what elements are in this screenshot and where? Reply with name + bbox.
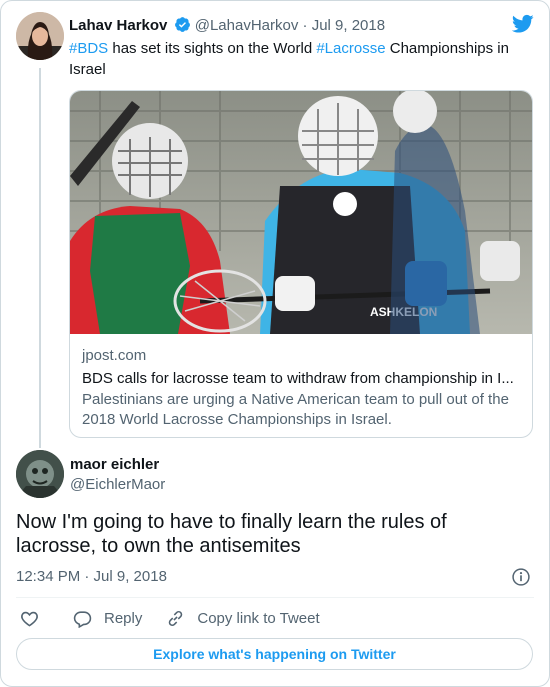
copy-link-label: Copy link to Tweet	[197, 609, 320, 627]
main-avatar[interactable]	[16, 450, 64, 498]
tweet-actions: Reply Copy link to Tweet	[16, 607, 320, 629]
card-title[interactable]: BDS calls for lacrosse team to withdraw …	[82, 369, 522, 389]
hashtag-bds[interactable]: #BDS	[69, 40, 108, 57]
like-button[interactable]	[20, 609, 39, 628]
reply-label: Reply	[104, 609, 143, 627]
hashtag-lacrosse[interactable]: #Lacrosse	[316, 40, 385, 57]
divider	[16, 597, 534, 598]
explore-twitter-button[interactable]: Explore what's happening on Twitter	[16, 638, 533, 670]
main-author-handle[interactable]: @EichlerMaor	[70, 476, 165, 493]
reply-button[interactable]: Reply	[73, 609, 142, 628]
reply-icon	[73, 610, 92, 628]
tweet-text-segment: has set its sights on the World	[108, 40, 317, 57]
tweet-timestamp[interactable]: 12:34 PM · Jul 9, 2018	[16, 568, 167, 585]
thread-line	[39, 68, 41, 448]
twitter-bird-icon[interactable]	[511, 14, 534, 39]
parent-header: Lahav Harkov @LahavHarkov · Jul 9, 2018	[69, 16, 385, 39]
verified-badge-icon	[174, 16, 191, 39]
copy-link-button[interactable]: Copy link to Tweet	[166, 609, 320, 628]
parent-handle[interactable]: @LahavHarkov	[195, 17, 299, 34]
parent-tweet-text: #BDS has set its sights on the World #La…	[69, 38, 529, 80]
separator-dot: ·	[302, 17, 308, 34]
card-meta: jpost.com BDS calls for lacrosse team to…	[82, 346, 522, 430]
card-description: Palestinians are urging a Native America…	[82, 391, 509, 428]
heart-icon	[21, 611, 38, 627]
parent-avatar[interactable]	[16, 12, 64, 60]
parent-author-name[interactable]: Lahav Harkov	[69, 17, 167, 34]
card-domain: jpost.com	[82, 347, 147, 364]
link-icon	[169, 610, 183, 626]
parent-date[interactable]: Jul 9, 2018	[312, 17, 385, 34]
info-icon[interactable]	[511, 567, 531, 592]
main-tweet-text: Now I'm going to have to finally learn t…	[16, 511, 447, 557]
card-image: ASHKELON	[70, 91, 532, 335]
link-preview-card[interactable]: ASHKELON jpost.com BDS calls for lacross…	[69, 90, 533, 438]
main-author-name[interactable]: maor eichler	[70, 456, 159, 473]
